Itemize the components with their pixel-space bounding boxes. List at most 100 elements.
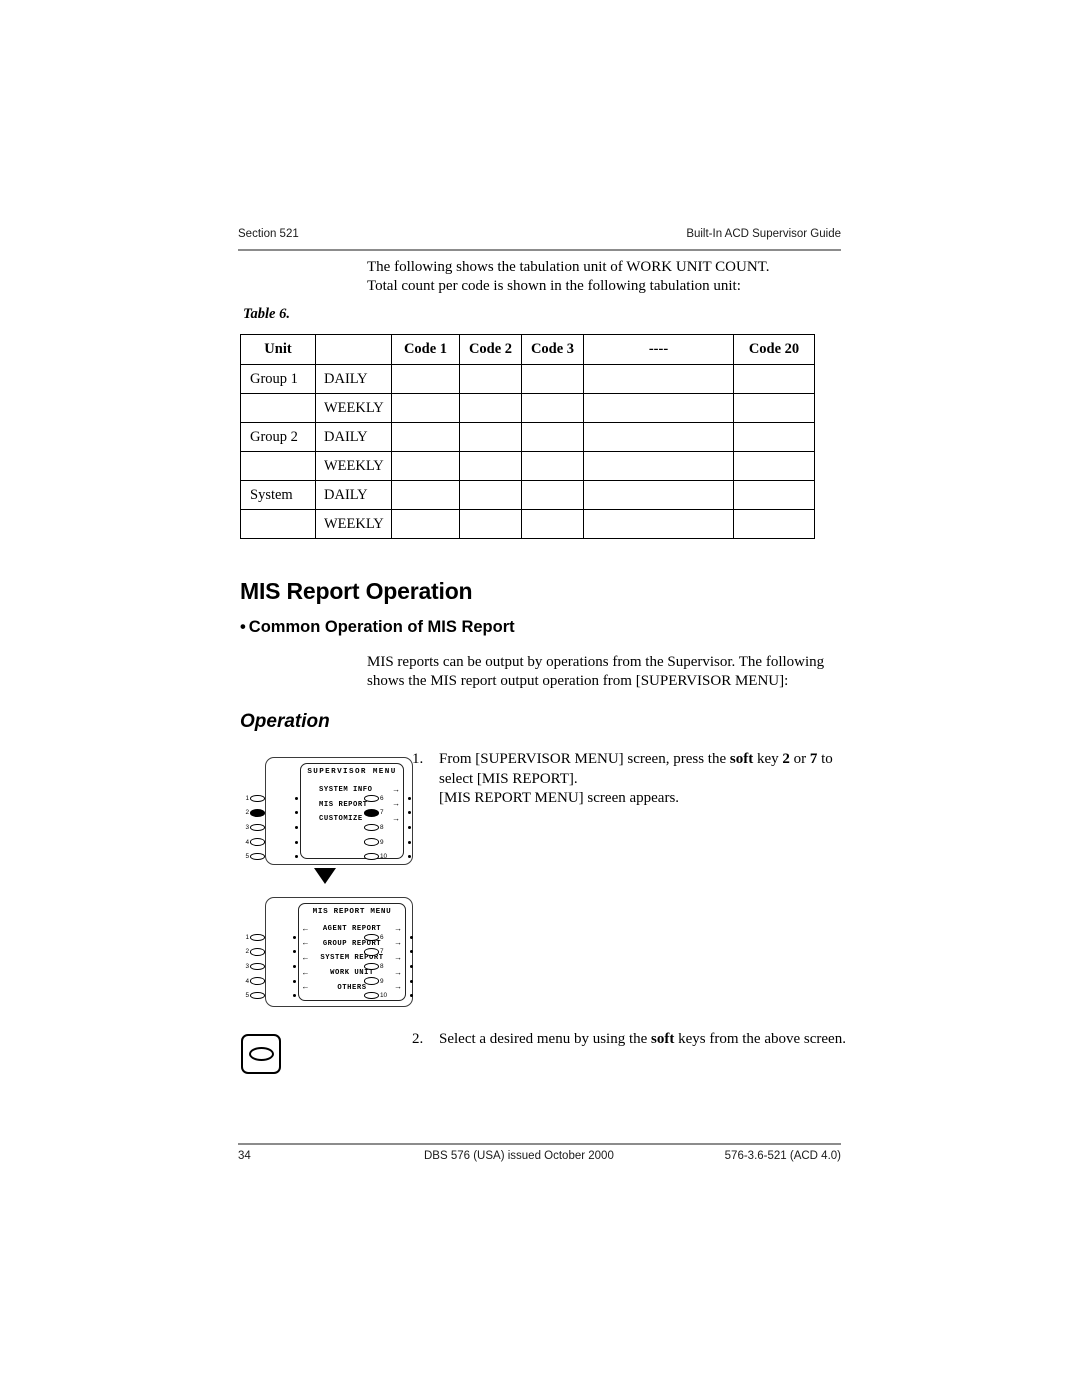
- soft-key-4[interactable]: 4: [240, 835, 292, 850]
- header-divider: [238, 249, 841, 251]
- key-dot: [294, 825, 298, 829]
- table-header-cell: ----: [583, 334, 734, 365]
- soft-key-10[interactable]: 10: [364, 988, 416, 1003]
- cell-dash: [583, 393, 734, 423]
- soft-key-6[interactable]: 6: [364, 791, 416, 806]
- soft-key-number: 6: [380, 933, 384, 941]
- soft-key-9[interactable]: 9: [364, 835, 416, 850]
- intro-line-2: Total count per code is shown in the fol…: [367, 278, 741, 294]
- intro-paragraph: The following shows the tabulation unit …: [367, 258, 842, 296]
- key-dot: [292, 935, 296, 939]
- table-header-cell: Code 2: [459, 334, 522, 365]
- cell-dash: [583, 509, 734, 539]
- tabulation-unit-table-wrapper: Unit Code 1 Code 2 Code 3 ---- Code 20 G…: [240, 334, 815, 539]
- footer-document-code: 576-3.6-521 (ACD 4.0): [724, 1150, 841, 1162]
- cell-period: WEEKLY: [315, 509, 392, 539]
- section-heading: MIS Report Operation: [240, 578, 473, 604]
- table-row: WEEKLY: [240, 451, 815, 481]
- table-header-cell: Code 3: [521, 334, 584, 365]
- step-item: 2. Select a desired menu by using the so…: [412, 1030, 864, 1050]
- cell-dash: [583, 480, 734, 510]
- soft-key-oval: [250, 852, 265, 861]
- soft-key-number: 1: [245, 933, 249, 941]
- soft-key-9[interactable]: 9: [364, 974, 416, 989]
- header-guide-title: Built-In ACD Supervisor Guide: [686, 228, 841, 240]
- table-header-row: Unit Code 1 Code 2 Code 3 ---- Code 20: [240, 334, 815, 365]
- soft-key-oval-selected: [364, 809, 379, 817]
- key-dot: [292, 994, 296, 998]
- cell-code3: [521, 364, 584, 394]
- table-body: Group 1 DAILY WEEKLY Group 2 DAILY WEEKL…: [240, 364, 815, 539]
- cell-unit: [240, 393, 316, 423]
- soft-key-7[interactable]: 7: [364, 806, 416, 821]
- cell-code1: [391, 480, 460, 510]
- soft-key-oval: [250, 933, 265, 942]
- subsection-heading: • Common Operation of MIS Report: [240, 618, 515, 637]
- soft-key-oval: [250, 794, 265, 803]
- soft-key-oval: [364, 962, 379, 971]
- soft-key-7[interactable]: 7: [364, 945, 416, 960]
- cell-period: DAILY: [315, 480, 392, 510]
- screen-title: MIS REPORT MENU: [312, 908, 392, 916]
- soft-key-3[interactable]: 3: [240, 959, 292, 974]
- body-paragraph: MIS reports can be output by operations …: [367, 654, 825, 689]
- soft-key-8[interactable]: 8: [364, 820, 416, 835]
- soft-key-5[interactable]: 5: [240, 849, 292, 864]
- arrow-left-icon: ←: [303, 939, 309, 949]
- table-row: WEEKLY: [240, 509, 815, 539]
- soft-key-number: 8: [380, 823, 384, 831]
- bullet-icon: •: [240, 618, 246, 636]
- cell-unit: Group 2: [240, 422, 316, 452]
- soft-key-number: 4: [245, 977, 249, 985]
- soft-key-1[interactable]: 1: [240, 930, 292, 945]
- cell-code1: [391, 422, 460, 452]
- soft-key-6[interactable]: 6: [364, 930, 416, 945]
- soft-key-oval: [364, 991, 379, 1000]
- tabulation-unit-table: Unit Code 1 Code 2 Code 3 ---- Code 20 G…: [240, 334, 815, 539]
- document-page: Section 521 Built-In ACD Supervisor Guid…: [0, 0, 1080, 1397]
- soft-key-number: 7: [380, 948, 384, 956]
- page-number: 34: [238, 1150, 251, 1162]
- soft-key-oval: [364, 852, 379, 861]
- soft-key-oval: [364, 838, 379, 846]
- soft-key-5[interactable]: 5: [240, 988, 292, 1003]
- cell-code2: [459, 364, 522, 394]
- cell-period: DAILY: [315, 364, 392, 394]
- cell-dash: [583, 422, 734, 452]
- soft-key-number: 3: [245, 962, 249, 970]
- soft-key-8[interactable]: 8: [364, 959, 416, 974]
- soft-key-10[interactable]: 10: [364, 849, 416, 864]
- subsection-heading-label: Common Operation of MIS Report: [248, 618, 515, 636]
- soft-key-2[interactable]: 2: [240, 945, 292, 960]
- key-dot: [292, 964, 296, 968]
- soft-key-oval: [364, 933, 379, 942]
- soft-key-number: 9: [380, 838, 384, 846]
- soft-key-oval: [250, 838, 265, 846]
- soft-key-1[interactable]: 1: [240, 791, 292, 806]
- table-header-cell: Code 1: [391, 334, 460, 365]
- soft-key-3[interactable]: 3: [240, 820, 292, 835]
- soft-key-number: 5: [245, 992, 249, 1000]
- soft-key-column-right: 6 7 8 9 10: [364, 791, 416, 864]
- cell-code20: [733, 422, 815, 452]
- soft-key-number: 10: [380, 992, 388, 1000]
- cell-code20: [733, 509, 815, 539]
- soft-key-oval: [364, 794, 379, 803]
- soft-key-oval: [250, 977, 265, 985]
- key-dot: [292, 950, 296, 954]
- table-row: System DAILY: [240, 480, 815, 510]
- cell-code1: [391, 364, 460, 394]
- soft-key-oval: [250, 991, 265, 1000]
- soft-key-number: 6: [380, 794, 384, 802]
- step-item: 1. From [SUPERVISOR MENU] screen, press …: [412, 750, 864, 809]
- key-dot: [292, 979, 296, 983]
- step-number: 2.: [412, 1031, 424, 1047]
- cell-code2: [459, 393, 522, 423]
- cell-code1: [391, 509, 460, 539]
- soft-key-2[interactable]: 2: [240, 806, 292, 821]
- soft-key-number: 5: [245, 853, 249, 861]
- soft-key-4[interactable]: 4: [240, 974, 292, 989]
- flow-down-arrow-icon: [314, 868, 336, 884]
- soft-key-number: 1: [245, 794, 249, 802]
- soft-key-column-right: 6 7 8 9 10: [364, 930, 416, 1003]
